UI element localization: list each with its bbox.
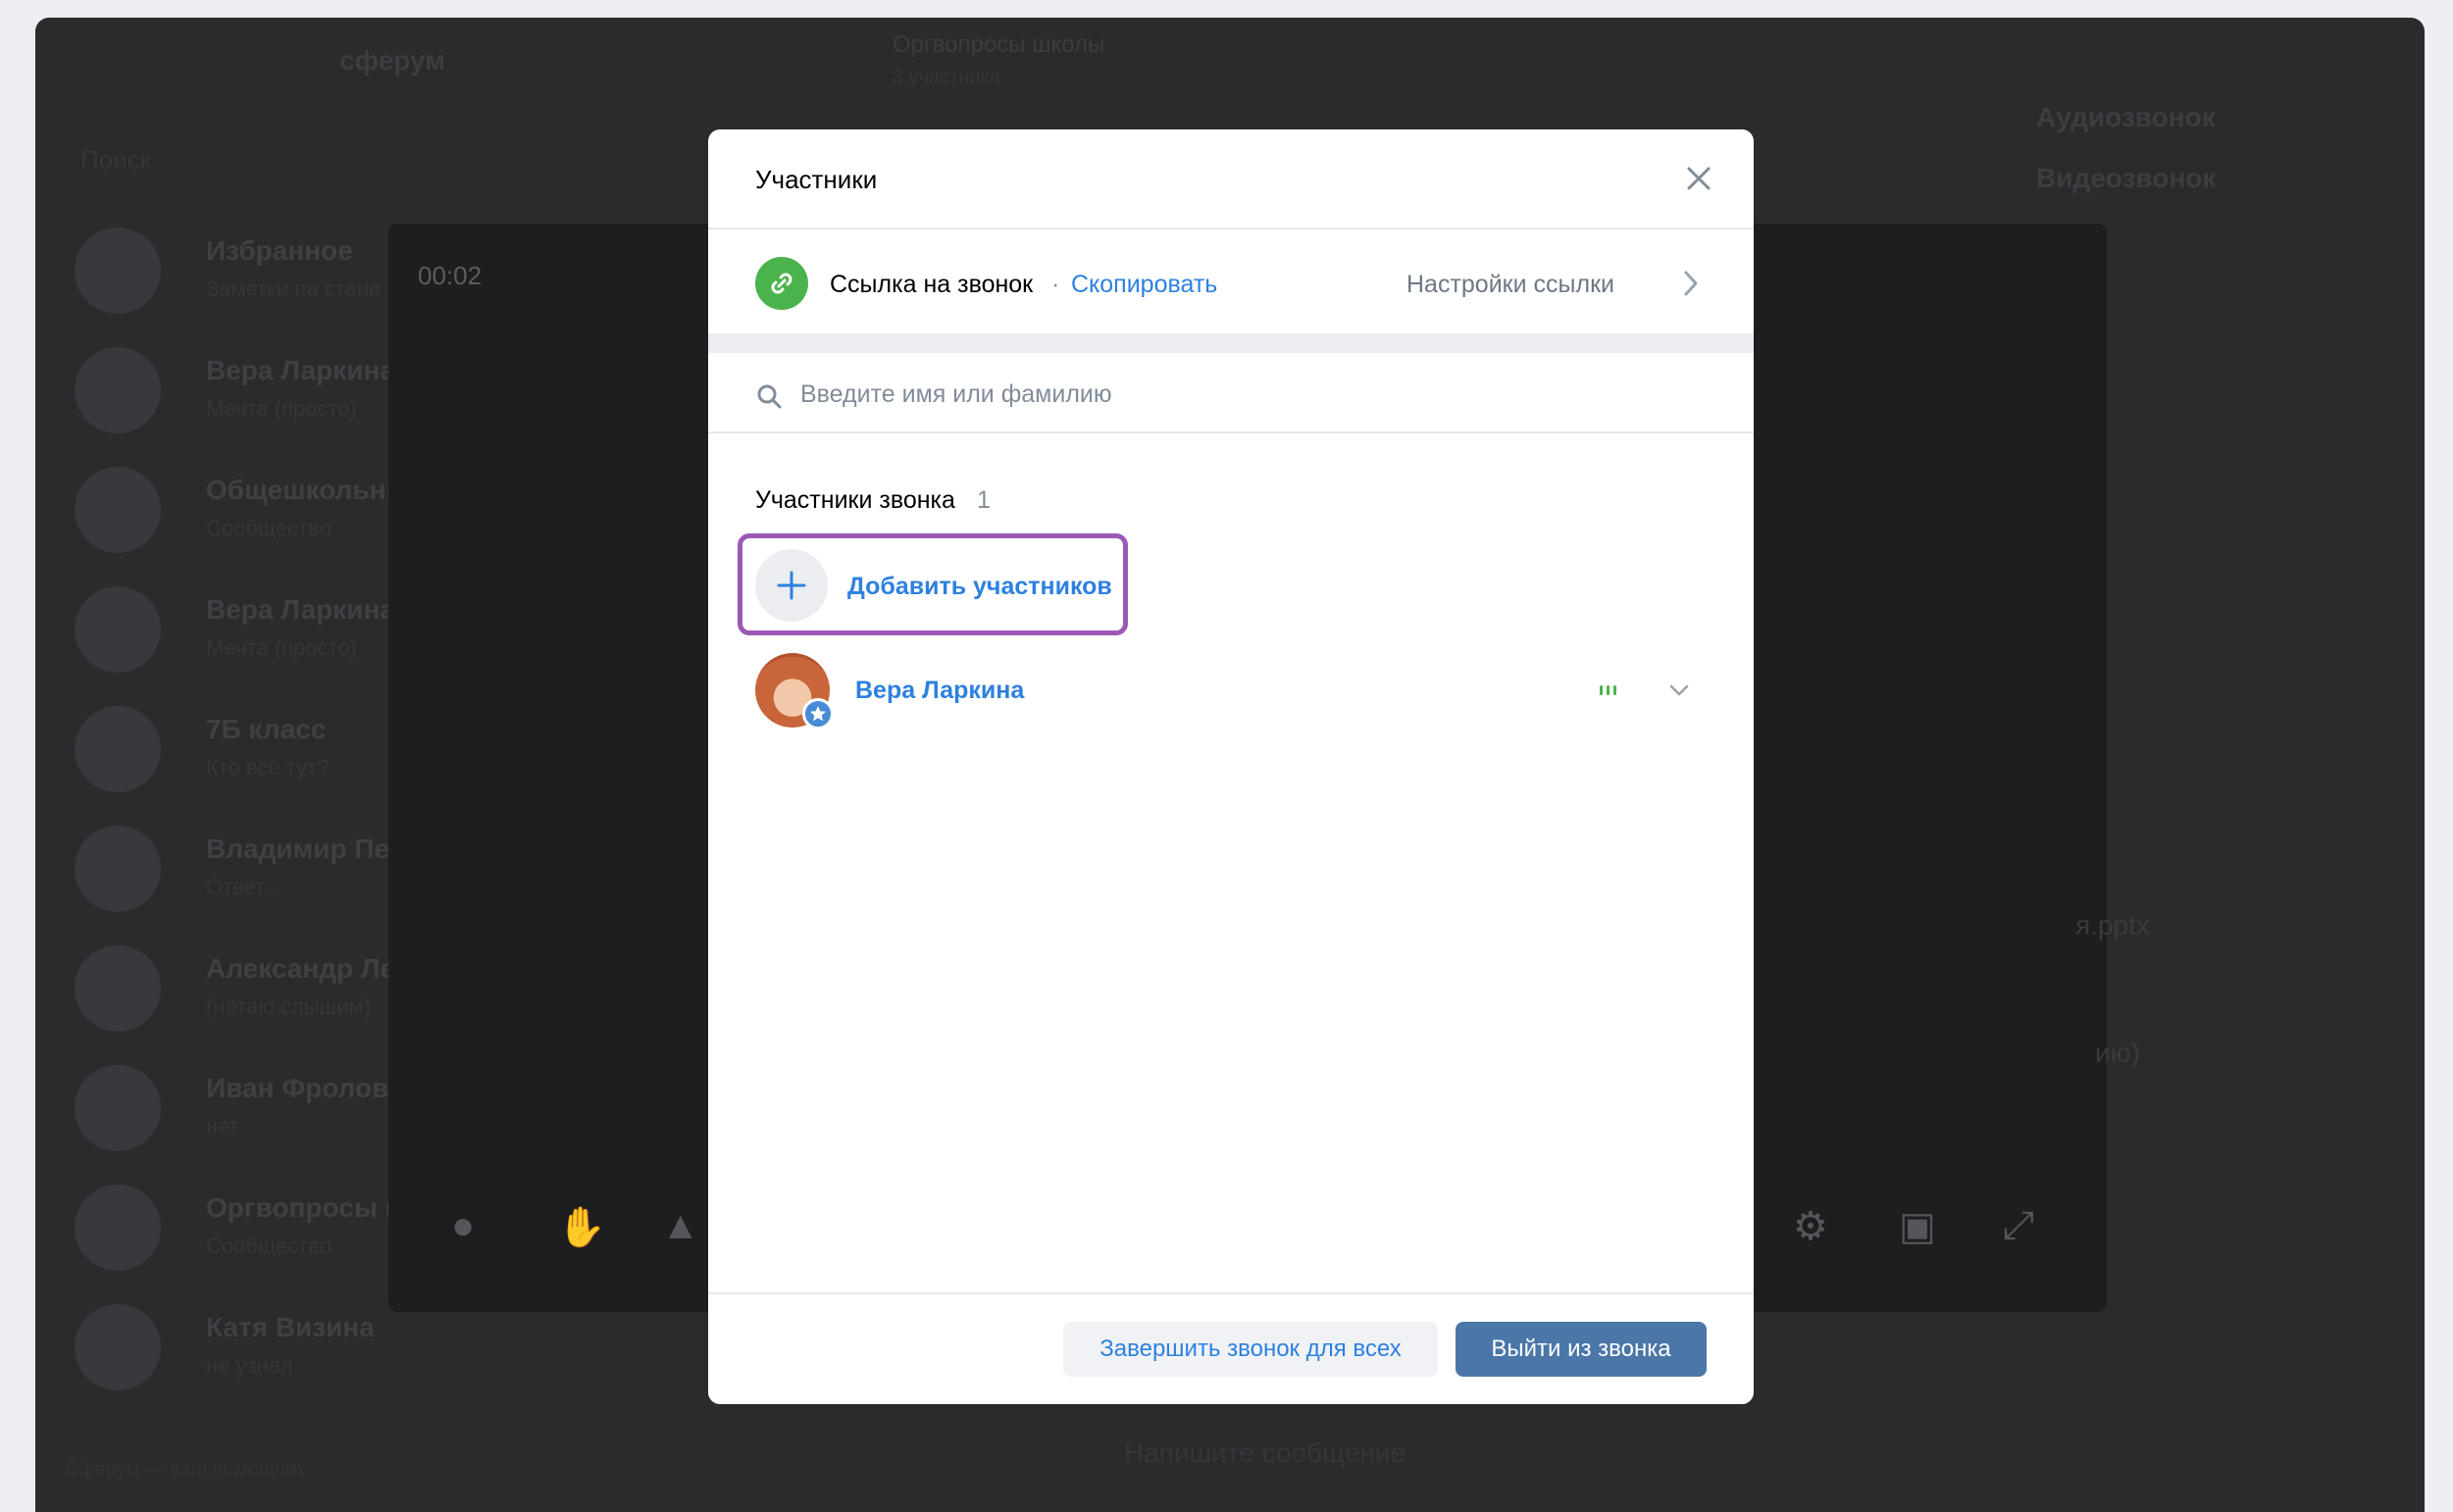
participant-row[interactable]: Вера Ларкина: [755, 651, 1707, 730]
chat-name: Вера Ларкина: [206, 355, 395, 385]
chat-preview: Сообщество: [206, 516, 332, 540]
section-title: Участники звонка: [755, 486, 955, 514]
star-badge-icon: [802, 698, 834, 730]
gear-icon: ⚙: [1793, 1205, 1828, 1248]
chat-preview: Мечта (просто): [206, 396, 357, 421]
chat-list-item: Общешкольный Сообщество: [65, 453, 427, 573]
avatar: [75, 227, 161, 314]
call-link-row: Ссылка на звонок · Скопировать Настройки…: [708, 229, 1754, 333]
avatar: [75, 1065, 161, 1151]
modal-title: Участники: [755, 165, 878, 194]
add-participants-button[interactable]: Добавить участников: [755, 549, 1118, 622]
search-icon: [757, 384, 782, 409]
chat-name: Катя Визина: [206, 1312, 375, 1342]
layout-icon: ▣: [1899, 1205, 1936, 1248]
chat-name: Иван Фролов: [206, 1073, 389, 1103]
chat-name: Оргвопросы ш: [206, 1192, 408, 1223]
raise-hand-icon: ✋: [557, 1206, 606, 1249]
chat-preview: не узнал: [206, 1353, 293, 1378]
chat-name: 7Б класс: [206, 714, 327, 744]
call-timer: 00:02: [418, 261, 483, 290]
share-screen-icon: ▲: [661, 1204, 700, 1247]
audio-call-option: Аудиозвонок: [2036, 102, 2216, 132]
sidebar-footer: Сферум — ваш помощник: [65, 1459, 305, 1481]
chat-list-item: Иван Фролов нет: [65, 1051, 418, 1171]
modal-footer: Завершить звонок для всех Выйти из звонк…: [708, 1292, 1754, 1404]
message-fragment: ию): [2095, 1037, 2140, 1068]
call-link-label: Ссылка на звонок: [830, 271, 1034, 298]
plus-icon: [755, 549, 828, 622]
attachment-name: я.pptx: [2075, 910, 2150, 940]
chat-preview: Заметки на стене: [206, 277, 382, 301]
avatar: [75, 945, 161, 1032]
chat-preview: Ответ...: [206, 875, 281, 899]
avatar: [75, 347, 161, 433]
chat-list-item: Оргвопросы ш Сообщество: [65, 1171, 418, 1290]
search-input[interactable]: [800, 375, 1683, 414]
chat-title: Оргвопросы школы: [893, 31, 1105, 58]
app-logo: сферум: [339, 45, 445, 76]
chat-preview: (нотаю слышим): [206, 994, 371, 1019]
chat-list-item: Владимир Петр Ответ...: [65, 812, 420, 932]
chat-list-item: 7Б класс Кто всё тут?: [65, 692, 418, 812]
end-call-for-all-button[interactable]: Завершить звонок для всех: [1063, 1322, 1438, 1377]
chat-list-item: Вера Ларкина Мечта (просто): [65, 573, 418, 692]
chevron-right-icon[interactable]: [1681, 269, 1701, 298]
section-divider: [708, 333, 1754, 353]
avatar: [75, 586, 161, 673]
link-settings-button[interactable]: Настройки ссылки: [1406, 271, 1614, 299]
voice-activity-icon: [1600, 685, 1616, 695]
chat-bubble-icon: ●: [451, 1204, 476, 1247]
chevron-down-icon[interactable]: [1667, 680, 1691, 700]
modal-header: Участники: [708, 129, 1754, 229]
chat-list-item: Избранное Заметки на стене: [65, 214, 418, 333]
chat-list-item: Вера Ларкина Мечта (просто): [65, 333, 418, 453]
chat-list-item: Александр Лев (нотаю слышим): [65, 932, 418, 1051]
avatar: [75, 1184, 161, 1271]
chat-name: Александр Лев: [206, 953, 413, 983]
chat-preview: нет: [206, 1114, 239, 1138]
chat-name: Избранное: [206, 235, 353, 266]
avatar: [75, 1304, 161, 1390]
leave-call-button[interactable]: Выйти из звонка: [1456, 1322, 1707, 1377]
chat-subtitle: 3 участника: [893, 67, 1000, 88]
search-row: [708, 353, 1754, 433]
chat-preview: Сообщество: [206, 1234, 332, 1258]
avatar: [75, 826, 161, 912]
copy-link-button[interactable]: Скопировать: [1071, 271, 1217, 299]
app-topbar: сферум Оргвопросы школы 3 участника: [35, 18, 2425, 108]
link-icon: [755, 257, 808, 310]
chat-name: Владимир Петр: [206, 833, 420, 864]
chat-list-item: Катя Визина не узнал: [65, 1290, 418, 1410]
video-call-option: Видеозвонок: [2036, 163, 2217, 193]
fullscreen-icon: ⤢: [2003, 1204, 2034, 1247]
avatar: [75, 706, 161, 792]
close-icon[interactable]: [1683, 163, 1714, 194]
message-input: Напишите сообщение: [1124, 1437, 1406, 1468]
chat-list: Избранное Заметки на стене Вера Ларкина Ме…: [65, 214, 427, 1410]
participant-name[interactable]: Вера Ларкина: [855, 677, 1024, 705]
avatar: [75, 467, 161, 553]
participant-count: 1: [977, 486, 991, 514]
chat-preview: Мечта (просто): [206, 635, 357, 660]
separator-dot: ·: [1051, 271, 1060, 298]
chat-preview: Кто всё тут?: [206, 755, 330, 780]
add-participants-label: Добавить участников: [847, 573, 1112, 600]
sidebar-search: Поиск: [80, 145, 152, 175]
chat-name: Вера Ларкина: [206, 594, 395, 625]
participants-modal: Участники Ссылка на звонок · Скопировать…: [708, 129, 1754, 1404]
